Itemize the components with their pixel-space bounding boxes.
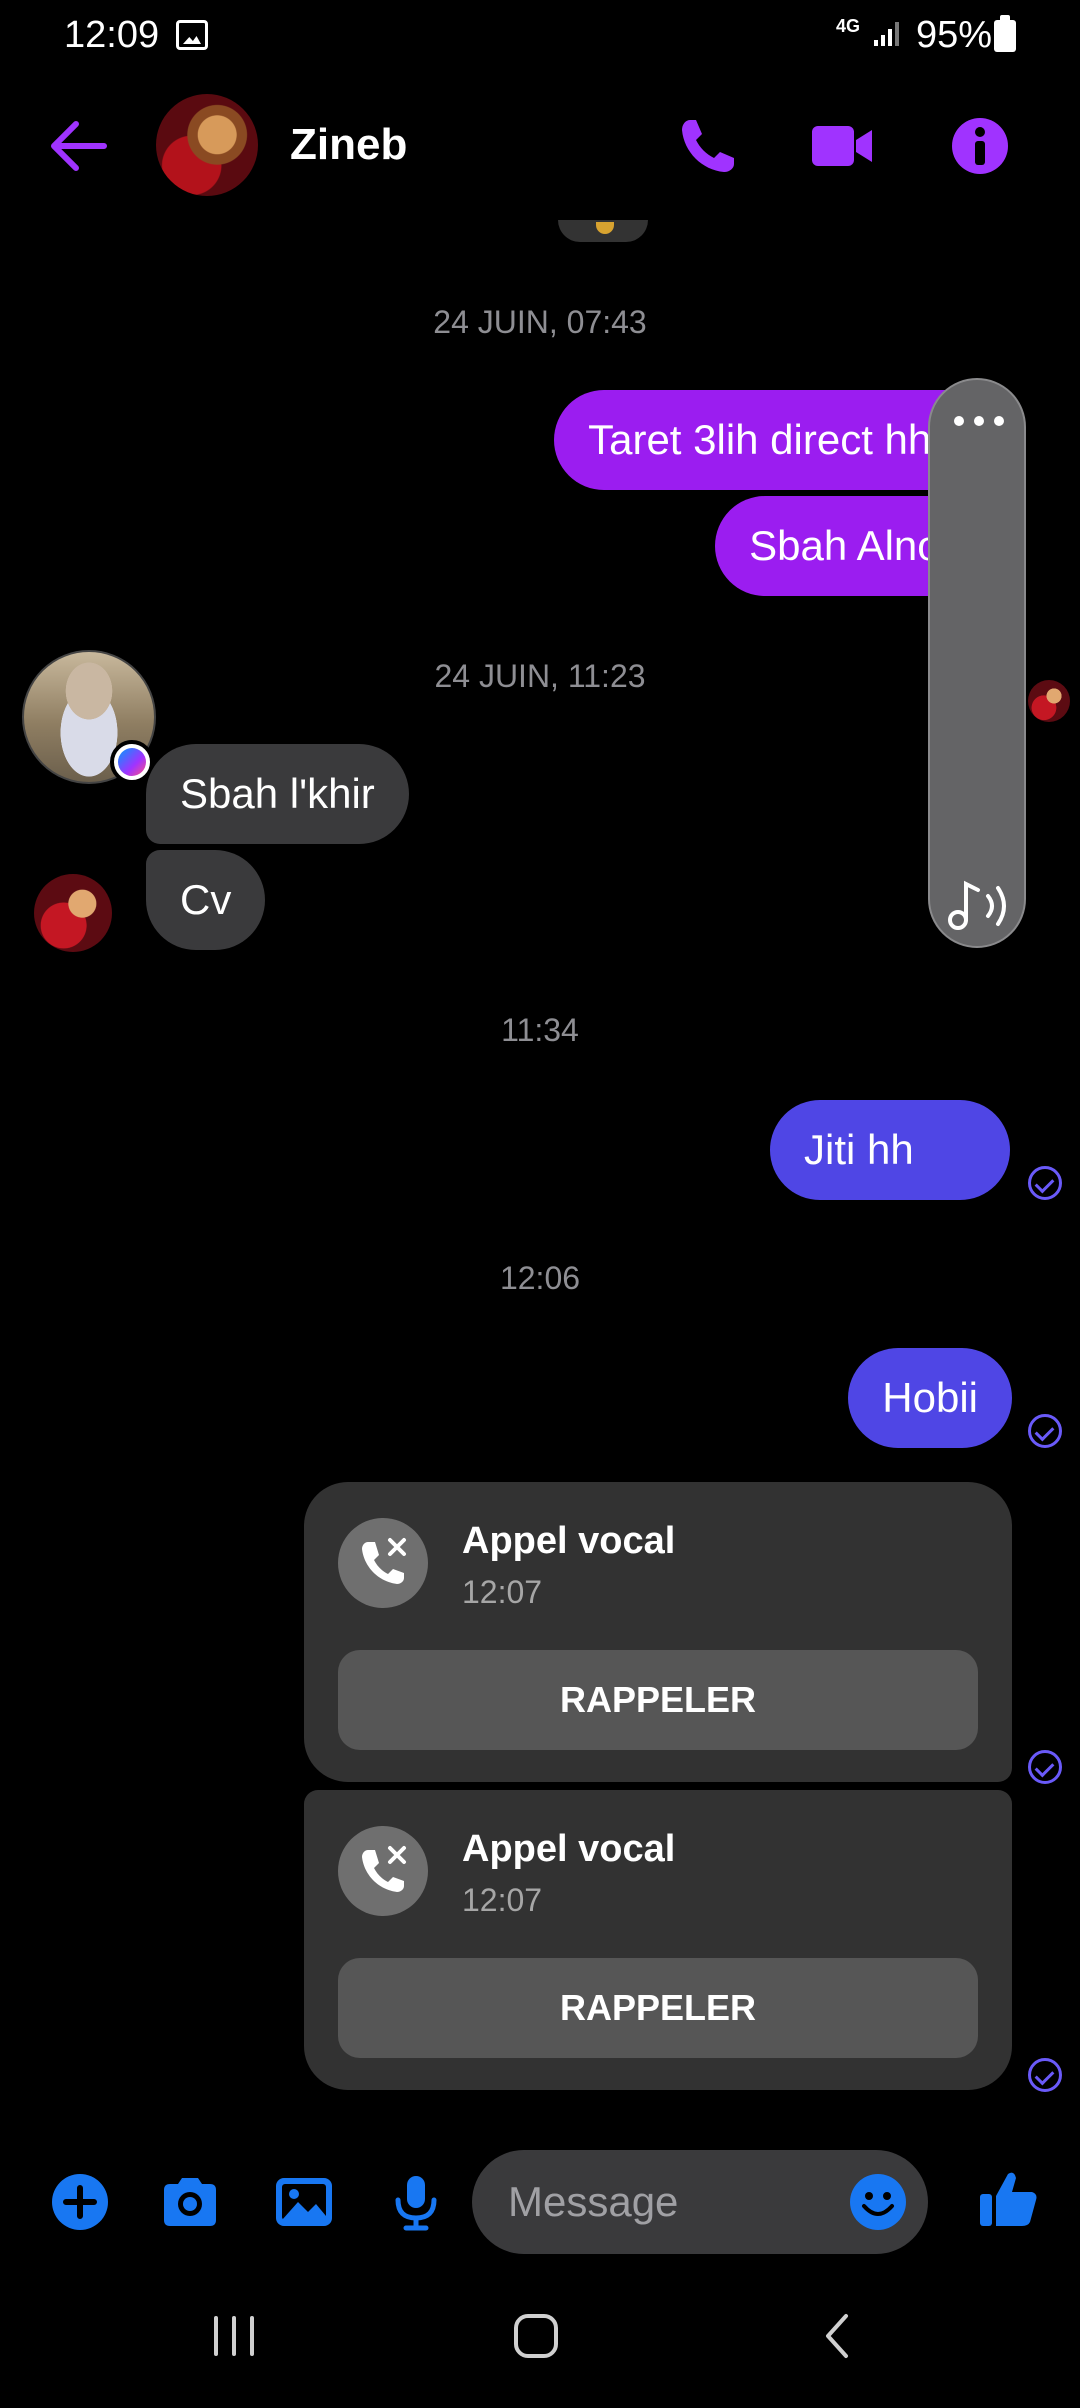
timestamp: 24 JUIN, 11:23 <box>434 658 646 694</box>
read-receipt-avatar <box>1028 680 1070 722</box>
missed-call-card[interactable]: Appel vocal 12:07 RAPPELER <box>304 1790 1012 2090</box>
call-time: 12:07 <box>462 1574 543 1610</box>
recent-apps-icon[interactable] <box>204 2306 264 2366</box>
missed-call-icon <box>338 1518 428 1608</box>
message-input-container[interactable] <box>472 2150 928 2254</box>
contact-name[interactable]: Zineb <box>290 120 407 170</box>
timestamp: 11:34 <box>501 1012 579 1048</box>
image-icon[interactable] <box>274 2172 334 2232</box>
video-camera-icon[interactable] <box>810 114 874 178</box>
home-icon[interactable] <box>506 2306 566 2366</box>
phone-icon[interactable] <box>676 114 740 178</box>
system-navigation-bar <box>0 2262 1080 2408</box>
back-arrow-icon[interactable] <box>48 118 108 174</box>
battery-percent: 95% <box>916 14 993 56</box>
timestamp: 12:06 <box>499 1260 581 1296</box>
sound-note-icon[interactable] <box>944 874 1014 934</box>
outgoing-message[interactable]: Hobii <box>848 1348 1012 1448</box>
status-time: 12:09 <box>64 14 160 56</box>
battery-icon <box>994 15 1016 52</box>
network-type: 4G <box>836 16 861 36</box>
incoming-message[interactable]: Cv <box>146 850 266 950</box>
seen-check-icon <box>1028 1414 1062 1448</box>
chat-header: Zineb <box>0 72 1080 220</box>
missed-call-icon <box>338 1826 428 1916</box>
plus-icon[interactable] <box>50 2172 110 2232</box>
camera-icon[interactable] <box>160 2172 220 2232</box>
message-input[interactable] <box>508 2150 828 2254</box>
status-bar: 12:09 4G 95% <box>0 0 1080 72</box>
missed-call-card[interactable]: Appel vocal 12:07 RAPPELER <box>304 1482 1012 1782</box>
contact-avatar[interactable] <box>156 94 258 196</box>
microphone-icon[interactable] <box>386 2172 446 2232</box>
thumbs-up-icon[interactable] <box>976 2166 1040 2230</box>
back-nav-icon[interactable] <box>808 2306 868 2366</box>
call-back-button[interactable]: RAPPELER <box>338 1958 978 2058</box>
more-options-icon[interactable] <box>954 416 1004 428</box>
partial-message-bubble <box>558 220 648 242</box>
seen-check-icon <box>1028 1750 1062 1784</box>
info-icon[interactable] <box>948 114 1012 178</box>
messenger-badge-icon <box>110 740 154 784</box>
emoji-icon[interactable] <box>848 2172 908 2232</box>
timestamp: 24 JUIN, 07:43 <box>433 304 647 340</box>
call-title: Appel vocal <box>462 1520 676 1562</box>
incoming-message[interactable]: Sbah l'khir <box>146 744 409 844</box>
message-composer <box>0 2140 1080 2262</box>
outgoing-message[interactable]: Jiti hh <box>770 1100 1010 1200</box>
edge-sound-panel[interactable] <box>928 378 1026 948</box>
message-list[interactable]: 24 JUIN, 07:43 Taret 3lih direct hhhh Sb… <box>0 220 1080 2140</box>
call-time: 12:07 <box>462 1882 543 1918</box>
call-back-button[interactable]: RAPPELER <box>338 1650 978 1750</box>
sender-avatar[interactable] <box>34 874 112 952</box>
signal-icon <box>874 22 899 46</box>
gallery-notification-icon <box>176 20 208 50</box>
seen-check-icon <box>1028 2058 1062 2092</box>
call-title: Appel vocal <box>462 1828 676 1870</box>
seen-check-icon <box>1028 1166 1062 1200</box>
